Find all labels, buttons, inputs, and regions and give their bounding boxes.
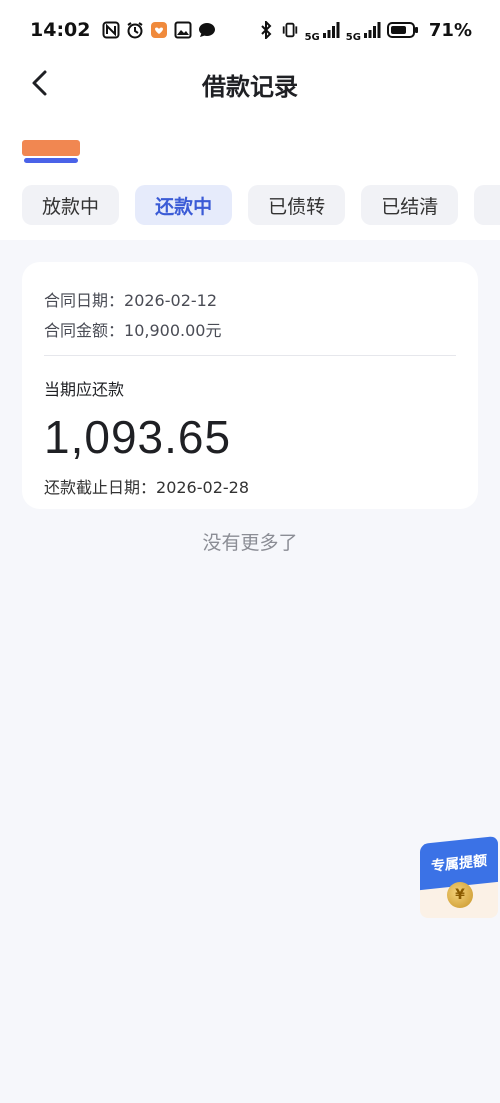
signal-icon [322,21,340,39]
nav-bar: 借款记录 [0,62,500,106]
network-5g-label-2: 5G [345,31,361,43]
chat-bubble-icon [198,21,216,39]
redaction-mark [22,140,80,156]
header-area: 14:02 5G 5G 71% 借款记录 放款中 还款中 已债转 已结清 [0,0,500,240]
deadline-value: 2026-02-28 [156,478,249,497]
tab-disbursing[interactable]: 放款中 [22,185,119,225]
tab-repaying[interactable]: 还款中 [135,185,233,225]
deadline-label: 还款截止日期： [44,478,157,497]
loan-card[interactable]: 合同日期：2026-02-12 合同金额：10,900.00元 当期应还款 1,… [22,262,478,509]
deadline-row: 还款截止日期：2026-02-28 [44,474,456,498]
tab-settled[interactable]: 已结清 [361,185,459,225]
page-title: 借款记录 [202,72,298,101]
battery-icon [386,21,419,39]
contract-amount-row: 合同金额：10,900.00元 [44,316,456,346]
contract-date-row: 合同日期：2026-02-12 [44,286,456,316]
network-5g-label-1: 5G [304,31,320,43]
contract-date-label: 合同日期： [44,291,125,310]
back-button[interactable] [26,68,56,98]
tab-more[interactable]: 已 [474,185,500,225]
status-left: 14:02 [30,19,216,41]
account-underline [24,158,78,163]
credit-increase-promo-button[interactable]: 专属提额 ¥ [420,835,498,918]
gallery-icon [174,21,192,39]
bluetooth-icon [257,21,275,39]
alarm-icon [126,21,144,39]
status-time: 14:02 [30,19,91,41]
battery-percent: 71% [428,19,472,41]
card-divider [44,355,456,356]
app-badge-icon [150,21,168,39]
tab-debt-transferred[interactable]: 已债转 [248,185,346,225]
contract-amount-label: 合同金额： [44,321,125,340]
due-amount-value: 1,093.65 [44,411,232,463]
status-tabs: 放款中 还款中 已债转 已结清 已 [22,185,500,226]
account-name-redacted [22,138,80,166]
status-bar: 14:02 5G 5G 71% [0,0,500,60]
no-more-text: 没有更多了 [202,532,298,554]
signal-icon [363,21,381,39]
yuan-coin-icon: ¥ [447,882,473,908]
vibrate-icon [281,21,299,39]
nfc-icon [102,21,120,39]
contract-amount-value: 10,900.00元 [124,321,222,340]
due-amount-label: 当期应还款 [44,380,125,399]
contract-date-value: 2026-02-12 [124,291,217,310]
status-right: 5G 5G 71% [257,18,472,43]
chevron-left-icon [32,70,47,96]
